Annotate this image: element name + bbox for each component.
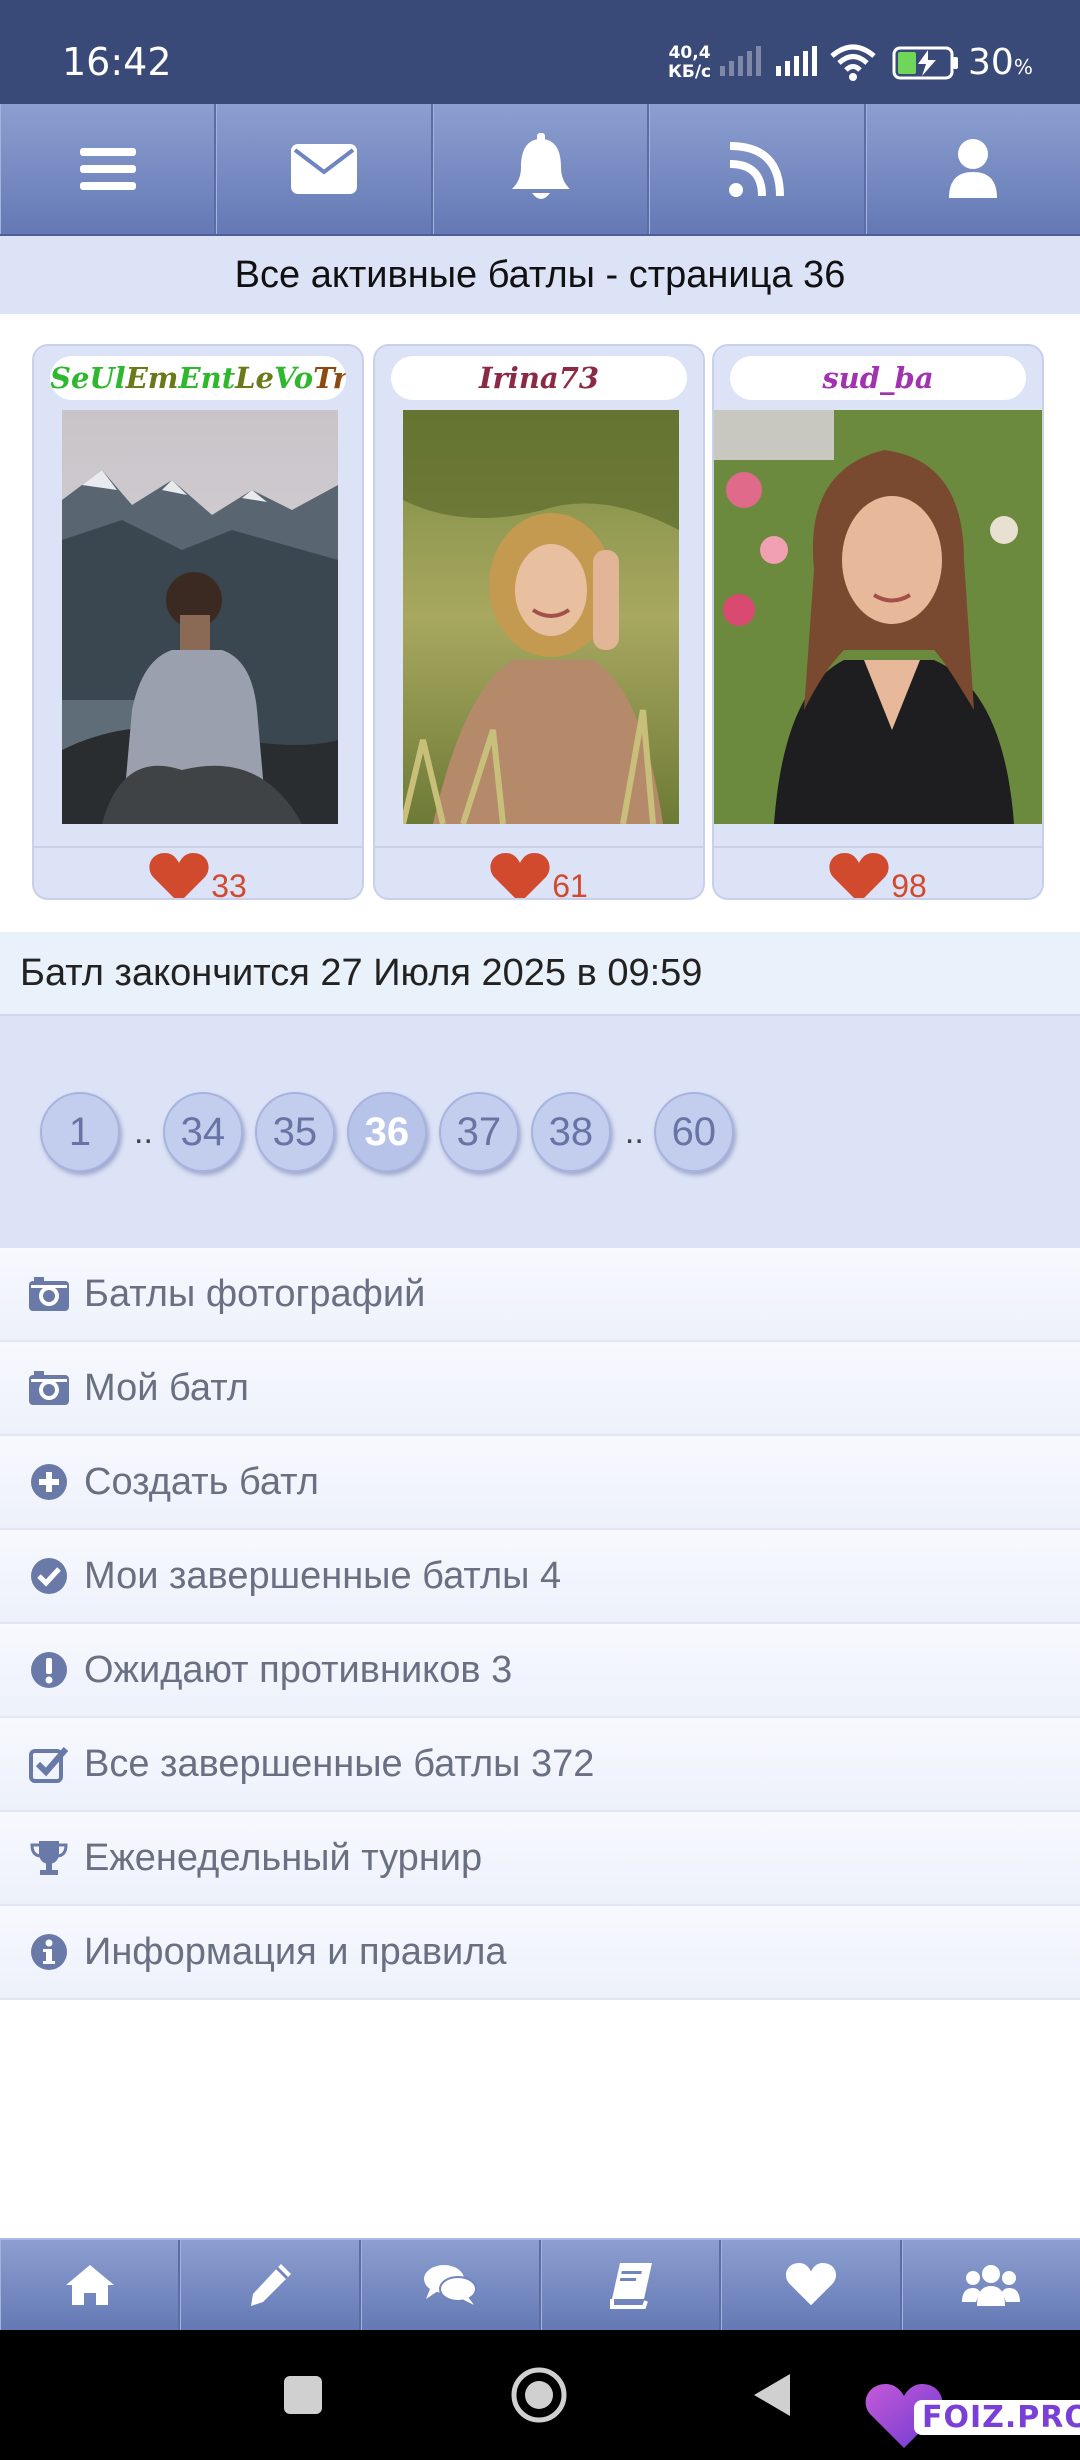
rss-icon — [728, 142, 784, 197]
bottom-nav-write[interactable] — [180, 2240, 361, 2330]
pencil-icon — [250, 2264, 291, 2306]
pagination-ellipsis: .. — [134, 1112, 153, 1151]
check-circle-icon — [28, 1555, 70, 1597]
top-nav-menu[interactable] — [0, 104, 217, 234]
status-time: 16:42 — [62, 40, 172, 84]
page-button[interactable]: 35 — [254, 1092, 335, 1172]
man-on-mountain-photo[interactable] — [62, 410, 338, 824]
menu-item-label: Мой батл — [84, 1366, 249, 1409]
watermark-text: FOIZ.PRO — [914, 2399, 1080, 2435]
participant-name[interactable]: SeUlEmEntLeVoTrE — [50, 356, 346, 400]
top-nav-profile[interactable] — [865, 104, 1080, 234]
top-nav — [0, 104, 1080, 236]
vote-area[interactable]: 61 — [375, 853, 703, 900]
plus-circle-icon — [28, 1461, 70, 1503]
woman-portrait-photo[interactable] — [714, 410, 1042, 824]
vote-area[interactable]: 33 — [34, 853, 362, 900]
page-button[interactable]: 37 — [438, 1092, 519, 1172]
menu-item-label: Создать батл — [84, 1460, 319, 1503]
vote-count: 61 — [552, 867, 588, 900]
info-circle-icon — [28, 1931, 70, 1973]
trophy-icon — [28, 1837, 70, 1879]
wifi-icon — [830, 44, 876, 81]
exclamation-circle-icon — [28, 1649, 70, 1691]
signal-2-icon — [776, 46, 817, 76]
bottom-nav — [0, 2238, 1080, 2330]
battle-card[interactable]: Irina73 61 — [373, 344, 705, 900]
users-icon — [962, 2265, 1021, 2306]
top-nav-mail[interactable] — [216, 104, 433, 234]
page-button[interactable]: 34 — [162, 1092, 243, 1172]
heart-icon — [829, 853, 889, 898]
battle-menu: Батлы фотографий Мой батл Создать батл М… — [0, 1248, 1080, 2000]
top-nav-feed[interactable] — [649, 104, 866, 234]
network-speed: 40,4 КБ/с — [668, 43, 712, 82]
top-nav-notifications[interactable] — [432, 104, 650, 234]
menu-item-label: Батлы фотографий — [84, 1272, 426, 1315]
checkbox-icon — [28, 1743, 70, 1785]
user-icon — [949, 139, 998, 198]
status-bar: 16:42 40,4 КБ/с 30% — [0, 0, 1080, 104]
menu-item-all-finished[interactable]: Все завершенные батлы 372 — [0, 1718, 1080, 1812]
page-button[interactable]: 38 — [530, 1092, 611, 1172]
participant-name[interactable]: sud_ba — [730, 356, 1026, 400]
battle-card[interactable]: SeUlEmEntLeVoTrE 33 — [32, 344, 364, 900]
camera-icon — [28, 1367, 70, 1409]
menu-item-label: Информация и правила — [84, 1930, 507, 1973]
watermark: FOIZ.PRO — [864, 2384, 1080, 2450]
book-icon — [609, 2263, 652, 2309]
battle-card[interactable]: sud_ba 98 — [712, 344, 1044, 900]
battle-end-date: Батл закончится 27 Июля 2025 в 09:59 — [0, 932, 1080, 1014]
menu-item-awaiting-opponents[interactable]: Ожидают противников 3 — [0, 1624, 1080, 1718]
home-icon — [65, 2265, 114, 2305]
menu-item-label: Все завершенные батлы 372 — [84, 1742, 595, 1785]
home-button-icon[interactable] — [510, 2366, 568, 2424]
menu-item-label: Еженедельный турнир — [84, 1836, 483, 1879]
vote-area[interactable]: 98 — [714, 853, 1042, 900]
pagination: 1 .. 34 35 36 37 38 .. 60 — [0, 1014, 1080, 1248]
heart-icon — [149, 853, 209, 898]
bottom-nav-favorites[interactable] — [721, 2240, 902, 2330]
menu-item-weekly-tournament[interactable]: Еженедельный турнир — [0, 1812, 1080, 1906]
mail-icon — [291, 144, 358, 194]
menu-item-create-battle[interactable]: Создать батл — [0, 1436, 1080, 1530]
bottom-nav-friends[interactable] — [901, 2240, 1080, 2330]
menu-icon — [79, 148, 136, 190]
bottom-nav-diary[interactable] — [540, 2240, 722, 2330]
heart-icon — [785, 2263, 837, 2306]
heart-icon — [490, 853, 550, 898]
back-icon[interactable] — [752, 2372, 792, 2418]
battery-percent: 30% — [968, 42, 1033, 83]
battery-icon — [892, 46, 958, 80]
menu-item-label: Мои завершенные батлы 4 — [84, 1554, 562, 1597]
signal-1-icon — [720, 46, 761, 76]
bottom-nav-chat[interactable] — [360, 2240, 541, 2330]
vote-count: 98 — [891, 867, 927, 900]
menu-item-label: Ожидают противников 3 — [84, 1648, 513, 1691]
chat-icon — [424, 2265, 478, 2305]
menu-item-my-finished[interactable]: Мои завершенные батлы 4 — [0, 1530, 1080, 1624]
vote-count: 33 — [211, 867, 247, 900]
menu-item-info-rules[interactable]: Информация и правила — [0, 1906, 1080, 2000]
menu-item-my-battle[interactable]: Мой батл — [0, 1342, 1080, 1436]
page-button-current: 36 — [346, 1092, 427, 1172]
menu-item-photo-battles[interactable]: Батлы фотографий — [0, 1248, 1080, 1342]
recents-icon[interactable] — [282, 2374, 324, 2416]
camera-icon — [28, 1273, 70, 1315]
page-button-last[interactable]: 60 — [653, 1092, 734, 1172]
participant-name[interactable]: Irina73 — [391, 356, 687, 400]
battle-cards: SeUlEmEntLeVoTrE 33 — [0, 314, 1080, 932]
bell-icon — [511, 133, 570, 199]
bottom-nav-home[interactable] — [0, 2240, 181, 2330]
woman-in-grass-photo[interactable] — [403, 410, 679, 824]
page-button-first[interactable]: 1 — [40, 1092, 120, 1172]
page-title: Все активные батлы - страница 36 — [0, 236, 1080, 314]
pagination-ellipsis: .. — [624, 1112, 644, 1151]
